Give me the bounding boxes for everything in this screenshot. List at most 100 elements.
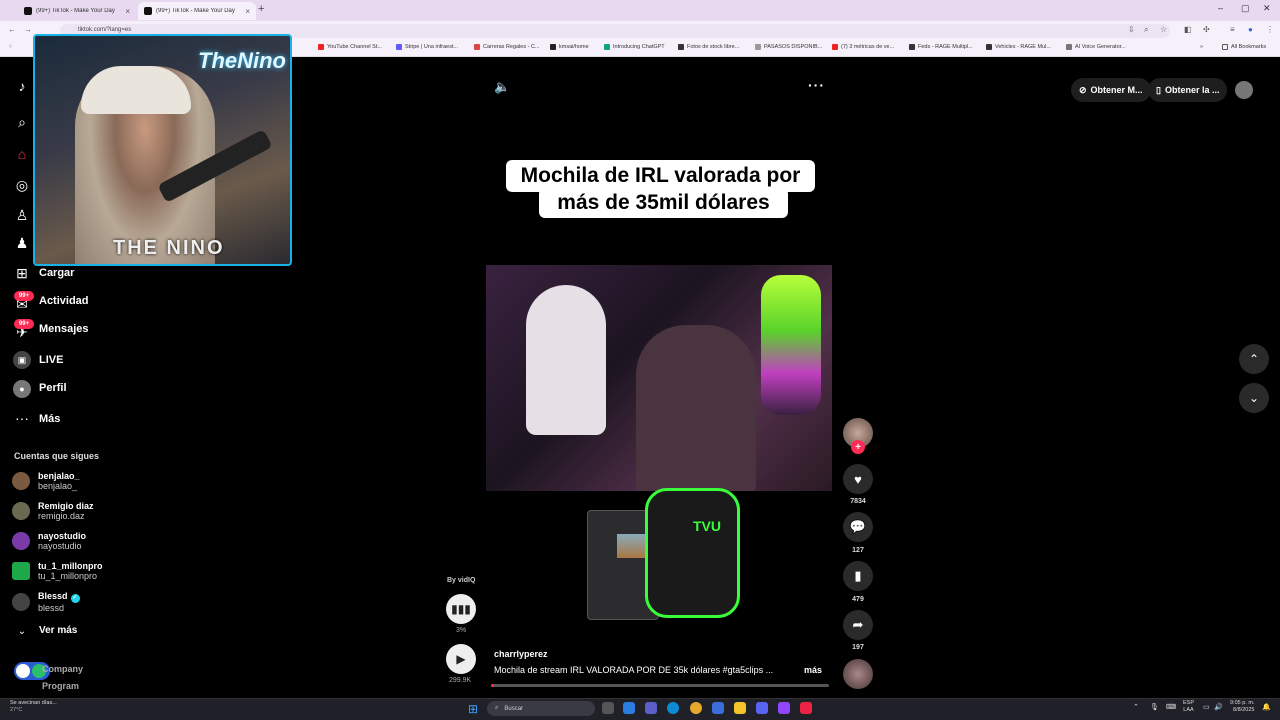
play-icon[interactable]: ▶ bbox=[446, 644, 476, 674]
bookmark-item[interactable]: kmsai/home bbox=[550, 44, 589, 50]
twitch-icon[interactable] bbox=[778, 702, 790, 714]
teams-icon[interactable] bbox=[645, 702, 657, 714]
tiktok-logo-icon[interactable]: ♪ bbox=[13, 77, 31, 95]
see-more-link[interactable]: Ver más bbox=[39, 625, 77, 636]
sidebar-item-live[interactable]: LIVE bbox=[39, 354, 63, 366]
zoom-icon[interactable]: ⌕ bbox=[1144, 25, 1148, 35]
vidiq-stats-icon[interactable]: ▮▮▮ bbox=[446, 594, 476, 624]
minimize-icon[interactable]: – bbox=[1218, 3, 1223, 13]
sidebar-item-mensajes[interactable]: Mensajes bbox=[39, 323, 89, 335]
copilot-icon[interactable] bbox=[623, 702, 635, 714]
video-frame[interactable] bbox=[486, 265, 832, 491]
keyboard-icon[interactable]: ⌨ bbox=[1166, 703, 1176, 711]
user-avatar[interactable] bbox=[1235, 81, 1253, 99]
chrome-icon[interactable] bbox=[690, 702, 702, 714]
footer-link[interactable]: Program bbox=[42, 681, 79, 691]
friends-icon[interactable]: ♟ bbox=[13, 234, 31, 252]
more-bookmarks-icon[interactable]: » bbox=[1200, 44, 1203, 50]
all-bookmarks[interactable]: All Bookmarks bbox=[1222, 44, 1266, 50]
browser-tab[interactable]: (99+) TikTok - Make Your Day × bbox=[18, 2, 136, 20]
bookmark-item[interactable]: AI Voice Generator... bbox=[1066, 44, 1126, 50]
task-view-icon[interactable] bbox=[602, 702, 614, 714]
bookmark-icon[interactable]: ▮ bbox=[843, 561, 873, 591]
bookmark-item[interactable]: (7) 3 métricas de ve... bbox=[832, 44, 894, 50]
bookmark-item[interactable]: Introducing ChatGPT bbox=[604, 44, 665, 50]
home-icon[interactable]: ⌂ bbox=[13, 145, 31, 163]
followed-account[interactable]: tu_1_millonpro tu_1_millonpro bbox=[12, 561, 103, 581]
next-video-icon[interactable]: ⌄ bbox=[1239, 383, 1269, 413]
plus-square-icon[interactable]: ⊞ bbox=[13, 264, 31, 282]
bookmark-item[interactable]: Stripe | Una infraest... bbox=[396, 44, 458, 50]
star-icon[interactable]: ☆ bbox=[1160, 25, 1167, 34]
weather-widget[interactable]: Se avecinan días... 27°C bbox=[10, 700, 57, 714]
sidebar-item-perfil[interactable]: Perfil bbox=[39, 382, 67, 394]
share-icon[interactable]: ➦ bbox=[843, 610, 873, 640]
network-icon[interactable]: ▭ bbox=[1203, 703, 1210, 711]
bookmark-item[interactable]: PASASOS DISPONIB... bbox=[755, 44, 822, 50]
tiktok-favicon-icon bbox=[144, 7, 152, 15]
profile-icon[interactable]: ● bbox=[1248, 25, 1253, 34]
close-tab-icon[interactable]: × bbox=[245, 7, 250, 16]
video-person bbox=[526, 285, 606, 435]
more-dots-icon[interactable]: ··· bbox=[13, 409, 31, 427]
search-icon[interactable]: ⌕ bbox=[13, 113, 31, 131]
bookmark-item[interactable]: YouTube Channel St... bbox=[318, 44, 382, 50]
chevron-down-icon[interactable]: ⌄ bbox=[13, 622, 31, 640]
new-tab-icon[interactable]: + bbox=[258, 3, 264, 15]
bookmark-item[interactable]: Carreras Regales - C... bbox=[474, 44, 540, 50]
video-author[interactable]: charrlyperez bbox=[494, 649, 548, 659]
volume-icon[interactable]: 🔊 bbox=[1214, 703, 1223, 711]
extension-icon[interactable]: ◧ bbox=[1184, 25, 1192, 34]
sidebar-item-actividad[interactable]: Actividad bbox=[39, 295, 89, 307]
sidebar-item-cargar[interactable]: Cargar bbox=[39, 267, 74, 279]
install-icon[interactable]: ⇩ bbox=[1128, 25, 1135, 34]
taskbar-search[interactable]: ⌕ Buscar bbox=[487, 701, 595, 716]
previous-video-icon[interactable]: ⌃ bbox=[1239, 344, 1269, 374]
app-icon[interactable] bbox=[800, 702, 812, 714]
get-coins-button[interactable]: ⊘ Obtener M... bbox=[1071, 78, 1151, 102]
tab-title: (99+) TikTok - Make Your Day bbox=[36, 8, 115, 14]
expand-description-button[interactable]: más bbox=[804, 665, 822, 675]
language-indicator[interactable]: ESP LAA bbox=[1183, 700, 1194, 714]
profile-icon[interactable]: ● bbox=[13, 380, 31, 398]
windows-start-icon[interactable]: ⊞ bbox=[468, 702, 478, 716]
bookmark-item[interactable]: Feds - RAGE Multipl... bbox=[909, 44, 973, 50]
edge-icon[interactable] bbox=[667, 702, 679, 714]
store-icon[interactable] bbox=[712, 702, 724, 714]
get-app-button[interactable]: ▯ Obtener la ... bbox=[1148, 78, 1228, 102]
music-disc-avatar[interactable] bbox=[843, 659, 873, 689]
puzzle-icon[interactable]: ✣ bbox=[1203, 25, 1210, 34]
downloads-icon[interactable]: ≡ bbox=[1230, 25, 1235, 34]
sidebar-item-mas[interactable]: Más bbox=[39, 413, 60, 425]
following-icon[interactable]: ♙ bbox=[13, 206, 31, 224]
followed-account[interactable]: Blessd ✓ blessd bbox=[12, 591, 80, 613]
video-progress-bar[interactable] bbox=[491, 684, 829, 687]
live-icon[interactable]: ▣ bbox=[13, 351, 31, 369]
back-icon[interactable]: ← bbox=[8, 25, 16, 34]
maximize-icon[interactable]: ▢ bbox=[1241, 3, 1250, 14]
discord-icon[interactable] bbox=[756, 702, 768, 714]
comment-icon[interactable]: 💬 bbox=[843, 512, 873, 542]
browser-tab-active[interactable]: (99+) TikTok - Make Your Day × bbox=[138, 2, 256, 20]
tray-chevron-icon[interactable]: ⌃ bbox=[1133, 703, 1139, 711]
like-icon[interactable]: ♥ bbox=[843, 464, 873, 494]
bookmark-item[interactable]: Vehicles - RAGE Mul... bbox=[986, 44, 1051, 50]
close-window-icon[interactable]: ✕ bbox=[1263, 3, 1271, 14]
volume-icon[interactable]: 🔈 bbox=[494, 79, 510, 95]
more-options-icon[interactable]: ··· bbox=[808, 77, 825, 93]
notifications-icon[interactable]: 🔔 bbox=[1262, 703, 1271, 711]
file-explorer-icon[interactable] bbox=[734, 702, 746, 714]
close-tab-icon[interactable]: × bbox=[125, 7, 130, 16]
footer-link[interactable]: Company bbox=[42, 664, 83, 674]
followed-account[interactable]: nayostudio nayostudio bbox=[12, 531, 86, 551]
followed-account[interactable]: benjalao_ benjalao_ bbox=[12, 471, 80, 491]
mic-icon[interactable]: 🎙 bbox=[1150, 703, 1159, 711]
clock[interactable]: 9:05 p. m. 8/8/2025 bbox=[1230, 700, 1254, 714]
menu-dots-icon[interactable]: ⋮ bbox=[1266, 25, 1274, 34]
follow-plus-icon[interactable]: + bbox=[851, 440, 865, 454]
forward-icon[interactable]: → bbox=[24, 25, 32, 34]
followed-account[interactable]: Remigio diaz remigio.daz bbox=[12, 501, 94, 521]
explore-icon[interactable]: ◎ bbox=[13, 176, 31, 194]
apps-icon[interactable]: ⁘ bbox=[8, 44, 13, 50]
bookmark-item[interactable]: Fotos de stock libre... bbox=[678, 44, 739, 50]
